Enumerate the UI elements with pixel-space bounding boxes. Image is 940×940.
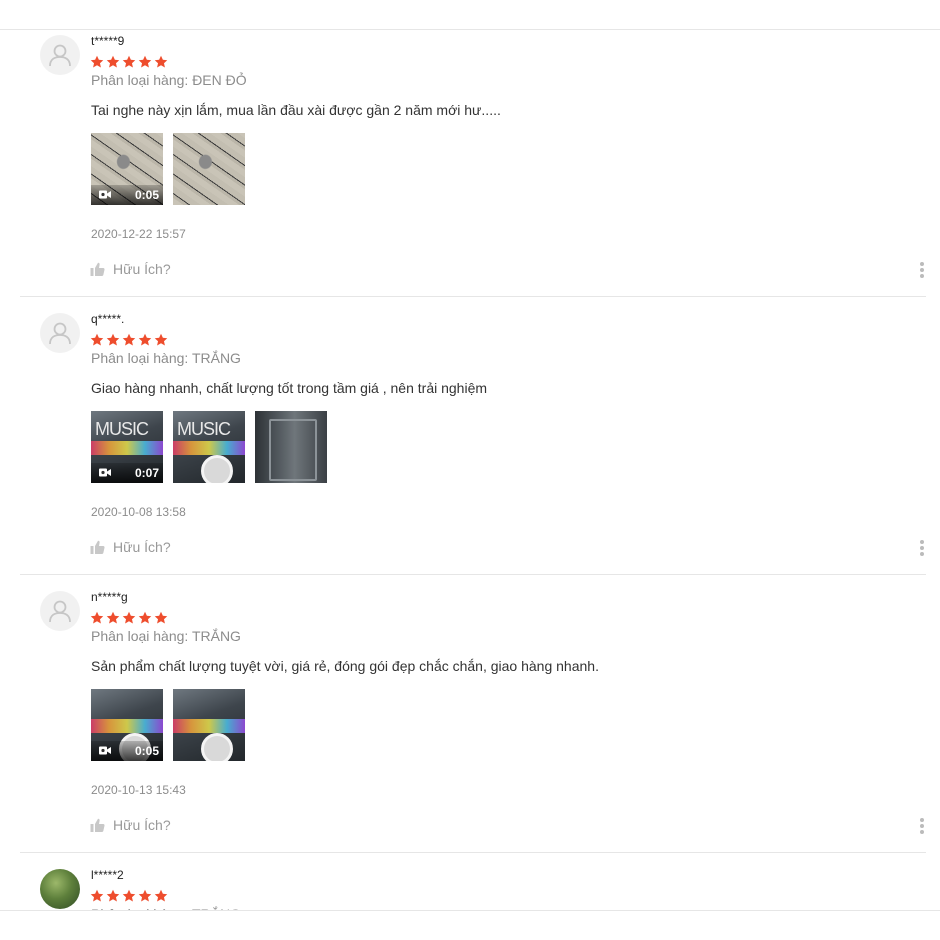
review-image-thumbnail[interactable]: MUSIC: [173, 411, 245, 483]
star-icon: [138, 55, 152, 68]
star-icon: [90, 889, 104, 902]
star-icon: [106, 889, 120, 902]
star-rating: [90, 333, 168, 347]
review-text: Tai nghe này xịn lắm, mua lần đầu xài đư…: [91, 102, 501, 118]
reviewer-username[interactable]: n*****g: [91, 590, 128, 604]
video-overlay: 0:07: [91, 463, 163, 483]
more-options-icon[interactable]: [918, 818, 926, 834]
review-media: 0:05: [91, 133, 245, 205]
video-duration: 0:05: [134, 188, 159, 202]
video-overlay: 0:05: [91, 741, 163, 761]
star-icon: [138, 333, 152, 346]
user-avatar[interactable]: [40, 313, 80, 353]
review-date: 2020-10-13 15:43: [91, 783, 186, 797]
star-icon: [122, 889, 136, 902]
star-icon: [122, 611, 136, 624]
user-photo-avatar[interactable]: [40, 869, 80, 909]
review-image-thumbnail[interactable]: [173, 689, 245, 761]
star-icon: [138, 889, 152, 902]
star-icon: [106, 611, 120, 624]
helpful-label: Hữu Ích?: [113, 261, 171, 277]
user-avatar[interactable]: [40, 591, 80, 631]
star-icon: [138, 611, 152, 624]
video-duration: 0:05: [134, 744, 159, 758]
helpful-button[interactable]: Hữu Ích?: [90, 261, 171, 277]
thumbs-up-icon: [90, 818, 105, 832]
star-rating: [90, 889, 168, 903]
thumbs-up-icon: [90, 262, 105, 276]
default-user-icon: [49, 322, 71, 345]
review-video-thumbnail[interactable]: 0:05: [91, 689, 163, 761]
review-item: q*****. Phân loại hàng: TRẮNG Giao hàng …: [20, 278, 926, 575]
review-item: n*****g Phân loại hàng: TRẮNG Sản phẩm c…: [20, 556, 926, 853]
star-icon: [90, 55, 104, 68]
review-video-thumbnail[interactable]: MUSIC 0:07: [91, 411, 163, 483]
review-image-thumbnail[interactable]: [255, 411, 327, 483]
reviewer-username[interactable]: q*****.: [91, 312, 124, 326]
star-icon: [106, 333, 120, 346]
default-user-icon: [49, 44, 71, 67]
star-icon: [106, 55, 120, 68]
star-rating: [90, 55, 168, 69]
star-icon: [122, 333, 136, 346]
star-icon: [154, 333, 168, 346]
review-text: Giao hàng nhanh, chất lượng tốt trong tầ…: [91, 380, 488, 396]
helpful-button[interactable]: Hữu Ích?: [90, 539, 171, 555]
review-image-thumbnail[interactable]: [173, 133, 245, 205]
product-variant: Phân loại hàng: ĐEN ĐỎ: [91, 72, 247, 88]
bottom-divider: [0, 910, 940, 911]
review-media: 0:05: [91, 689, 245, 761]
reviewer-username[interactable]: t*****9: [91, 34, 124, 48]
helpful-button[interactable]: Hữu Ích?: [90, 817, 171, 833]
star-icon: [154, 889, 168, 902]
video-overlay: 0:05: [91, 185, 163, 205]
star-rating: [90, 611, 168, 625]
review-date: 2020-10-08 13:58: [91, 505, 186, 519]
star-icon: [154, 611, 168, 624]
star-icon: [90, 611, 104, 624]
user-avatar[interactable]: [40, 35, 80, 75]
review-item: l*****2 Phân loại hàng: TRẮNG: [20, 834, 926, 910]
helpful-label: Hữu Ích?: [113, 817, 171, 833]
video-camera-icon: [99, 190, 111, 199]
video-camera-icon: [99, 746, 111, 755]
review-item: t*****9 Phân loại hàng: ĐEN ĐỎ Tai nghe …: [20, 0, 926, 297]
default-user-icon: [49, 600, 71, 623]
review-media: MUSIC 0:07 MUSIC: [91, 411, 327, 483]
reviewer-username[interactable]: l*****2: [91, 868, 124, 882]
star-icon: [122, 55, 136, 68]
more-options-icon[interactable]: [918, 540, 926, 556]
product-variant: Phân loại hàng: TRẮNG: [91, 628, 241, 644]
helpful-label: Hữu Ích?: [113, 539, 171, 555]
star-icon: [154, 55, 168, 68]
product-variant: Phân loại hàng: TRẮNG: [91, 350, 241, 366]
thumbs-up-icon: [90, 540, 105, 554]
video-duration: 0:07: [134, 466, 159, 480]
review-text: Sản phẩm chất lượng tuyệt vời, giá rẻ, đ…: [91, 658, 599, 674]
star-icon: [90, 333, 104, 346]
more-options-icon[interactable]: [918, 262, 926, 278]
review-date: 2020-12-22 15:57: [91, 227, 186, 241]
review-video-thumbnail[interactable]: 0:05: [91, 133, 163, 205]
video-camera-icon: [99, 468, 111, 477]
